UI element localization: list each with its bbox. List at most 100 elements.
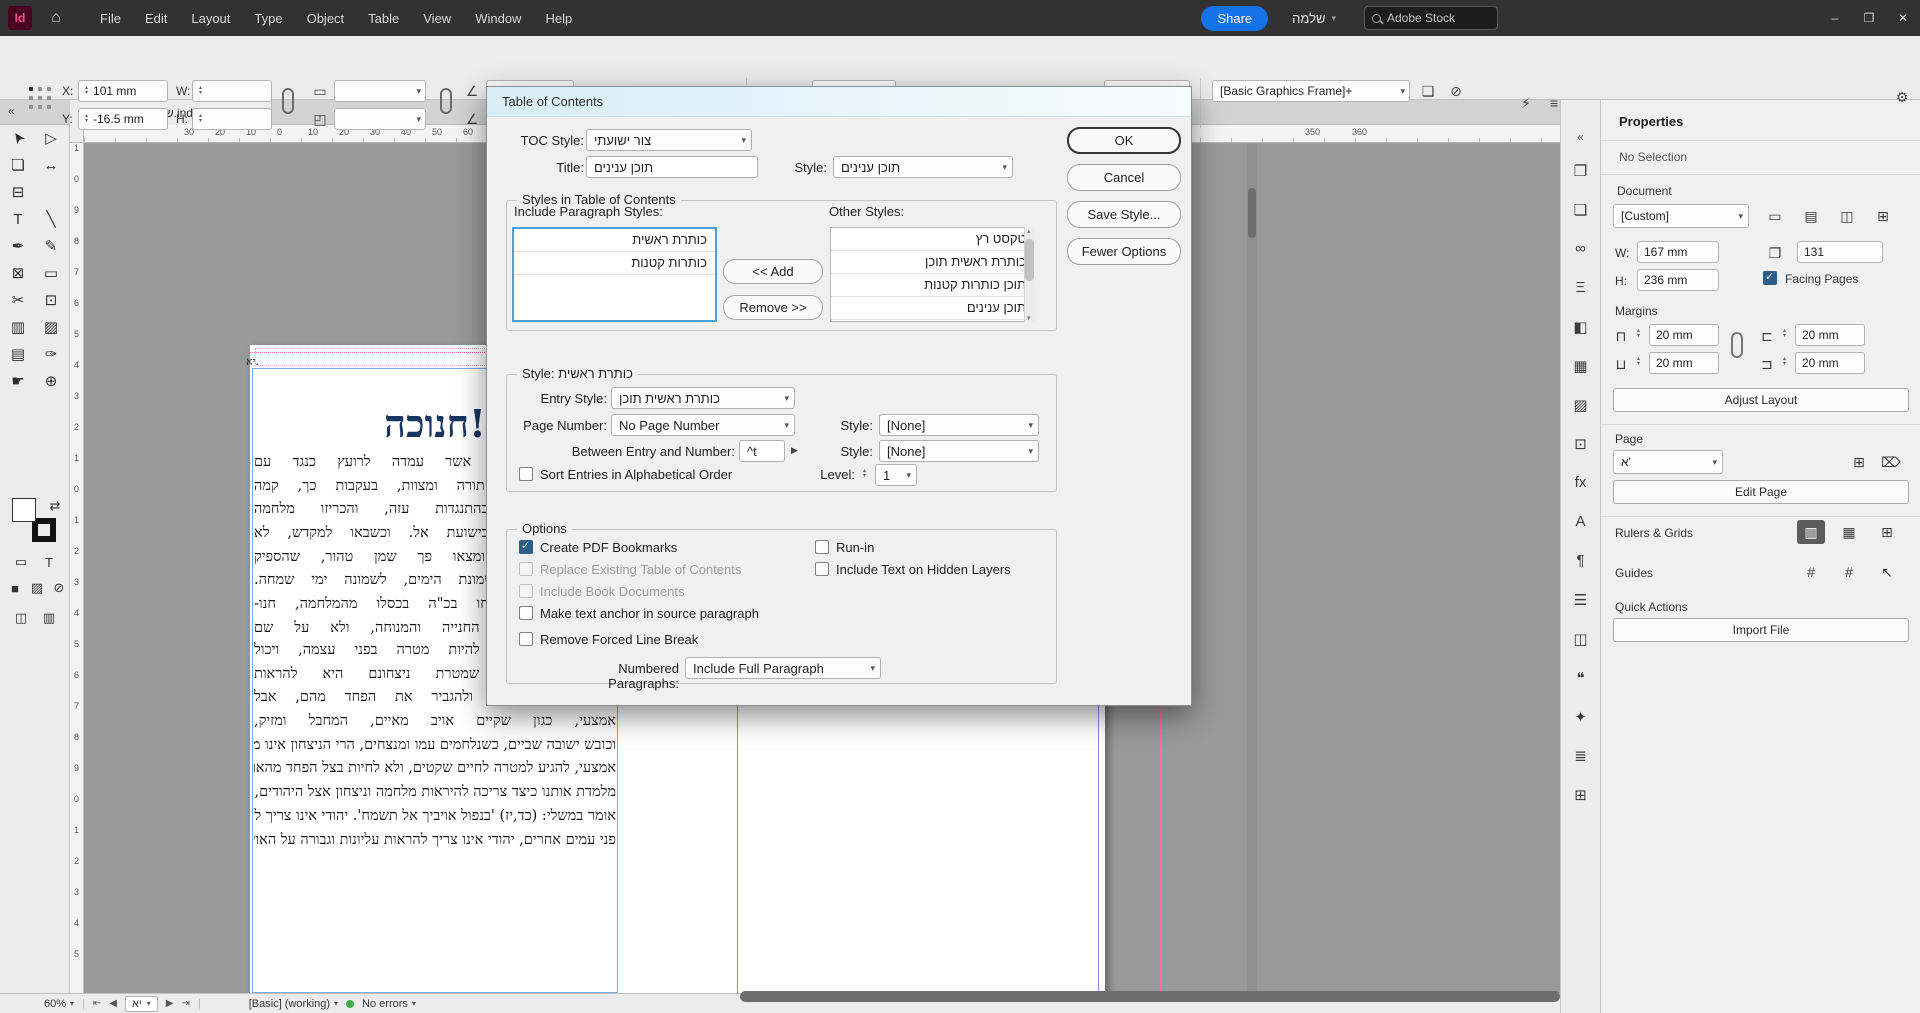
pages-count-field[interactable]: 131	[1797, 241, 1883, 263]
previous-page-icon[interactable]: ◀	[109, 998, 117, 1009]
item[interactable]: ☰	[1568, 587, 1594, 612]
between-style-dropdown[interactable]: [None]	[879, 440, 1039, 462]
numbered-paragraphs-dropdown[interactable]: Include Full Paragraph	[685, 657, 881, 679]
scale-x-dropdown[interactable]	[334, 80, 426, 102]
pen-tool-icon[interactable]: ✒	[4, 234, 32, 258]
links-panel-icon[interactable]: ∞	[1568, 236, 1594, 261]
note-tool-icon[interactable]: ▤	[4, 342, 32, 366]
other-style-item[interactable]: כותרת ראשית תוכן	[831, 251, 1034, 274]
title-input[interactable]: תוכן ענינים	[586, 156, 758, 178]
width-field[interactable]	[192, 80, 272, 102]
x-spinner[interactable]	[85, 86, 88, 96]
delete-page-icon[interactable]: ⌦	[1877, 450, 1905, 474]
rectangle-tool-icon[interactable]: ▭	[37, 261, 65, 285]
adjust-layout-button[interactable]: Adjust Layout	[1613, 388, 1909, 412]
apply-none-icon[interactable]: ⊘	[48, 578, 70, 598]
bleed-setup-icon[interactable]: ⊞	[1869, 204, 1897, 228]
free-transform-tool-icon[interactable]: ⊡	[37, 288, 65, 312]
create-pdf-bookmarks-checkbox[interactable]	[519, 539, 533, 554]
menu-item[interactable]: Edit	[133, 0, 179, 36]
margin-inside-spinner[interactable]	[1783, 329, 1786, 339]
dock-expand-icon[interactable]: «	[1577, 130, 1584, 144]
menu-item[interactable]: Help	[533, 0, 584, 36]
text-wrap-panel-icon[interactable]: ◫	[1568, 626, 1594, 651]
menu-item[interactable]: Object	[295, 0, 357, 36]
margin-outside-field[interactable]: 20 mm	[1795, 352, 1865, 374]
line-tool-icon[interactable]: ╲	[37, 207, 65, 231]
gradient-panel-icon[interactable]: ▨	[1568, 392, 1594, 417]
scissors-tool-icon[interactable]: ✂	[4, 288, 32, 312]
empty-slot[interactable]	[37, 180, 65, 204]
between-entry-input[interactable]: ^t	[739, 440, 785, 462]
margin-bottom-field[interactable]: 20 mm	[1649, 352, 1719, 374]
list-scrollbar-thumb[interactable]	[1025, 239, 1034, 281]
user-menu[interactable]: שלמה	[1292, 11, 1336, 26]
swatches-panel-icon[interactable]: ▦	[1568, 353, 1594, 378]
entry-style-dropdown[interactable]: כותרת ראשית תוכן	[611, 387, 795, 409]
h-spinner[interactable]	[199, 114, 202, 124]
eyedropper-tool-icon[interactable]: ✑	[37, 342, 65, 366]
toolbar-collapse-icon[interactable]: «	[8, 104, 15, 118]
zoom-level-dropdown[interactable]: 60%	[44, 998, 74, 1010]
apply-color-icon[interactable]: ■	[4, 578, 26, 598]
margin-top-spinner[interactable]	[1637, 329, 1640, 339]
menu-item[interactable]: Window	[463, 0, 533, 36]
margin-inside-field[interactable]: 20 mm	[1795, 324, 1865, 346]
menu-item[interactable]: Type	[242, 0, 294, 36]
zoom-tool-icon[interactable]: ⊕	[37, 369, 65, 393]
pencil-tool-icon[interactable]: ✎	[37, 234, 65, 258]
other-style-item[interactable]: טקסט רץ	[831, 228, 1034, 251]
page-number-style-dropdown[interactable]: [None]	[879, 414, 1039, 436]
character-styles-panel-icon[interactable]: A	[1568, 509, 1594, 534]
other-style-item[interactable]: תוכן כותרות קטנות	[831, 274, 1034, 297]
between-entry-menu-icon[interactable]: ▶	[791, 445, 798, 456]
smart-guides-icon[interactable]: ↖	[1873, 560, 1901, 584]
indesign-app-icon[interactable]: Id	[8, 6, 32, 30]
vertical-ruler[interactable]: 109876543210123456789012345	[70, 143, 84, 993]
gap-tool-icon[interactable]: ↔	[37, 153, 65, 177]
title-style-dropdown[interactable]: תוכן ענינים	[833, 156, 1013, 178]
other-style-item[interactable]: תוכן ענינים	[831, 297, 1034, 320]
data-merge-panel-icon[interactable]: ⊞	[1568, 782, 1594, 807]
dialog-title-bar[interactable]: Table of Contents	[487, 87, 1191, 117]
page-number-dropdown[interactable]: יא	[125, 995, 158, 1012]
hand-tool-icon[interactable]: ☛	[4, 369, 32, 393]
lock-guides-icon[interactable]: #	[1835, 560, 1863, 584]
layers-panel-icon[interactable]: ❏	[1568, 197, 1594, 222]
remove-style-button[interactable]: Remove >>	[723, 295, 823, 320]
height-field[interactable]	[192, 108, 272, 130]
margin-top-field[interactable]: 20 mm	[1649, 324, 1719, 346]
rectangle-frame-tool-icon[interactable]: ⊠	[4, 261, 32, 285]
share-button[interactable]: Share	[1201, 5, 1269, 31]
reference-point-proxy[interactable]	[26, 84, 54, 112]
show-rulers-icon[interactable]: ▥	[1797, 520, 1825, 544]
apply-gradient-icon[interactable]: ▨	[26, 578, 48, 598]
other-styles-list[interactable]: טקסט רץ כותרת ראשית תוכן תוכן כותרות קטנות…	[830, 227, 1035, 322]
menu-item[interactable]: File	[88, 0, 133, 36]
pages-panel-icon[interactable]: ❐	[1568, 158, 1594, 183]
y-spinner[interactable]	[85, 114, 88, 124]
constrain-scale-icon[interactable]	[440, 88, 452, 114]
cc-libraries-panel-icon[interactable]: ✦	[1568, 704, 1594, 729]
list-scrollbar[interactable]	[1024, 227, 1035, 322]
margins-setup-icon[interactable]: ▤	[1797, 204, 1825, 228]
formatting-affects-text-icon[interactable]: T	[38, 552, 60, 572]
sort-entries-checkbox[interactable]	[519, 467, 533, 481]
constrain-dimensions-icon[interactable]	[282, 88, 294, 114]
hidden-layers-checkbox[interactable]	[815, 562, 829, 576]
page-size-icon[interactable]: ▭	[1761, 204, 1789, 228]
comments-panel-icon[interactable]: ❝	[1568, 665, 1594, 690]
include-styles-list[interactable]: כותרת ראשית כותרות קטנות	[512, 227, 717, 322]
vertical-scrollbar-thumb[interactable]	[1248, 188, 1256, 238]
first-page-icon[interactable]: ⇤	[93, 998, 101, 1009]
doc-width-field[interactable]: 167 mm	[1637, 241, 1719, 263]
vertical-scrollbar[interactable]	[1247, 143, 1257, 993]
preflight-errors-dropdown[interactable]: No errors	[362, 998, 416, 1010]
quick-apply-lightning-icon[interactable]: ⚡	[1514, 92, 1538, 114]
margin-bottom-spinner[interactable]	[1637, 357, 1640, 367]
add-page-icon[interactable]: ⊞	[1845, 450, 1873, 474]
selection-tool-icon[interactable]: ➤	[4, 126, 32, 150]
document-preset-dropdown[interactable]: [Custom]	[1613, 204, 1749, 228]
level-spinner[interactable]	[863, 469, 866, 479]
menu-item[interactable]: Table	[356, 0, 411, 36]
